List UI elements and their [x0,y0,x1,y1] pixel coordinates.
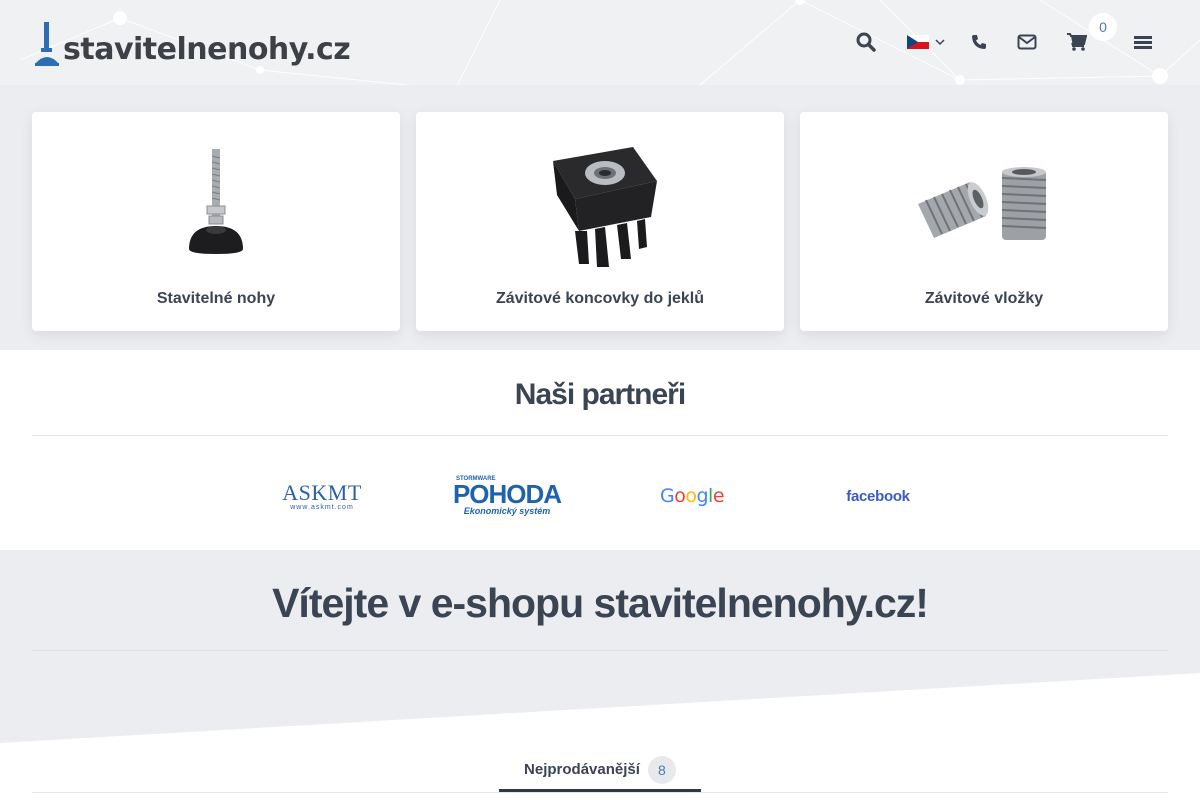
language-selector[interactable] [906,30,946,54]
category-title: Stavitelné nohy [156,290,276,307]
cart-count-badge: 0 [1089,13,1117,41]
search-button[interactable] [855,30,877,54]
tabs-baseline [32,792,1168,793]
menu-button[interactable] [1134,30,1152,54]
square-tube-insert-image [416,134,784,274]
partner-logo-facebook[interactable]: facebook [842,475,914,517]
tab-bestsellers[interactable]: Nejprodávanější 8 [499,746,701,793]
partner-logo-pohoda[interactable]: STORMWARE POHODA Ekonomický systém [450,475,564,517]
search-icon [856,32,876,52]
czech-flag-icon [907,35,929,49]
category-card-tube-inserts[interactable]: Závitové koncovky do jeklů [416,112,784,331]
email-button[interactable] [1016,30,1038,54]
tab-label: Nejprodávanější [524,761,640,778]
partner-logo-google[interactable]: Google [656,475,728,517]
partners-title: Naši partneři [514,378,686,411]
partner-logo-askmt[interactable]: ASKMT www.askmt.com [282,475,361,517]
divider [32,435,1168,436]
chevron-down-icon [935,39,945,46]
category-title: Závitové vložky [924,290,1044,307]
cart-button[interactable] [1066,30,1088,54]
threaded-inserts-image [800,134,1168,274]
welcome-section: Vítejte v e-shopu stavitelnenohy.cz! Nej… [0,550,1200,800]
cart-icon [1067,33,1087,51]
partners-section: Naši partneři ASKMT www.askmt.com STORMW… [0,350,1200,550]
phone-button[interactable] [970,30,988,54]
envelope-icon [1017,34,1037,50]
category-title: Závitové koncovky do jeklů [495,290,705,307]
category-card-threaded-inserts[interactable]: Závitové vložky [800,112,1168,331]
phone-icon [972,35,986,49]
google-wordmark: Google [659,485,725,507]
category-card-adjustable-feet[interactable]: Stavitelné nohy [32,112,400,331]
logo-text: stavitelnenohy.cz [63,32,351,67]
foot-logo-icon [33,20,61,68]
tab-count-badge: 8 [647,755,676,784]
adjustable-foot-image [32,134,400,274]
menu-icon [1134,36,1152,49]
site-logo[interactable]: stavitelnenohy.cz [33,18,351,68]
welcome-title: Vítejte v e-shopu stavitelnenohy.cz! [272,580,929,626]
divider [32,650,1168,651]
site-header: stavitelnenohy.cz 0 [0,0,1200,85]
